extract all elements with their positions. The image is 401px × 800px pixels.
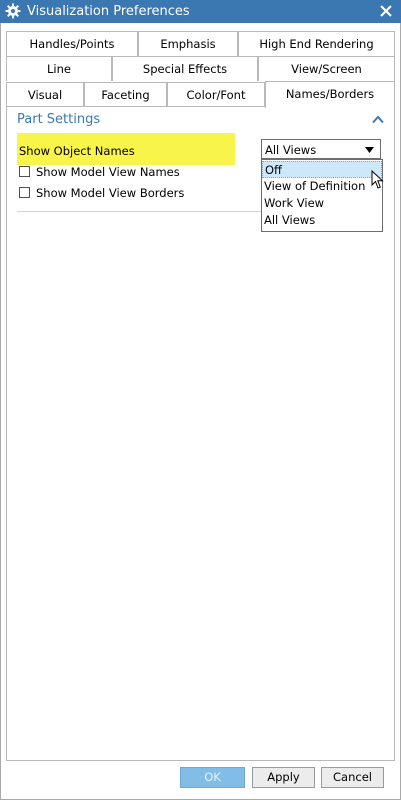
option-all-views[interactable]: All Views [262, 212, 382, 229]
tab-row-3: Visual Faceting Color/Font Names/Borders [6, 81, 395, 108]
section-header-part-settings[interactable]: Part Settings [17, 112, 100, 127]
select-value: All Views [265, 143, 317, 157]
close-icon[interactable] [379, 3, 393, 19]
tab-handles-points[interactable]: Handles/Points [6, 31, 138, 56]
tab-line[interactable]: Line [6, 56, 112, 81]
tab-row-2: Line Special Effects View/Screen [6, 56, 395, 81]
ok-button[interactable]: OK [180, 767, 245, 788]
checkbox-box[interactable] [19, 166, 30, 177]
option-view-of-definition[interactable]: View of Definition [262, 178, 382, 195]
checkbox-box[interactable] [19, 187, 30, 198]
tab-names-borders[interactable]: Names/Borders [265, 81, 395, 108]
show-object-names-label: Show Object Names [19, 144, 135, 158]
checkbox-label: Show Model View Names [36, 165, 180, 179]
window-title: Visualization Preferences [27, 4, 190, 19]
dropdown-arrow-icon [365, 147, 374, 153]
tab-color-font[interactable]: Color/Font [167, 82, 265, 107]
gear-icon [5, 3, 21, 19]
tab-visual[interactable]: Visual [6, 82, 84, 107]
mouse-cursor-icon [371, 170, 384, 189]
tab-high-end-rendering[interactable]: High End Rendering [238, 31, 395, 56]
chevron-up-icon[interactable] [372, 115, 384, 124]
cancel-button[interactable]: Cancel [321, 767, 384, 788]
tab-faceting[interactable]: Faceting [84, 82, 167, 107]
names-borders-panel: Part Settings Show Object Names Show Mod… [6, 106, 395, 761]
title-bar: Visualization Preferences [0, 0, 401, 23]
option-off[interactable]: Off [262, 161, 382, 178]
tab-special-effects[interactable]: Special Effects [112, 56, 258, 81]
tab-emphasis[interactable]: Emphasis [138, 31, 238, 56]
apply-button[interactable]: Apply [252, 767, 315, 788]
tab-row-1: Handles/Points Emphasis High End Renderi… [6, 31, 395, 56]
show-object-names-dropdown: Off View of Definition Work View All Vie… [261, 159, 383, 232]
checkbox-label: Show Model View Borders [36, 186, 185, 200]
tab-view-screen[interactable]: View/Screen [258, 56, 395, 81]
show-object-names-select[interactable]: All Views [261, 139, 381, 159]
option-work-view[interactable]: Work View [262, 195, 382, 212]
